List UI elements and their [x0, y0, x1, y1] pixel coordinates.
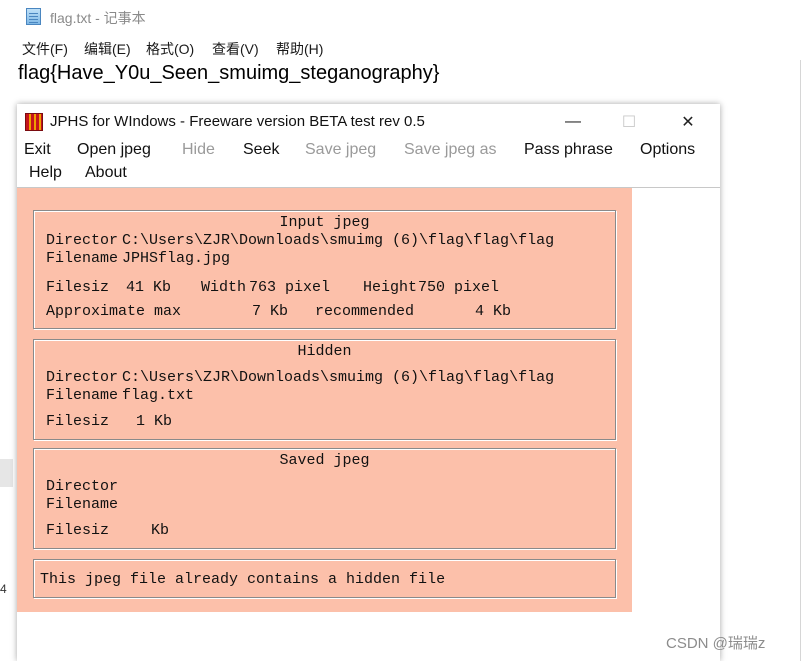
menu-hide[interactable]: Hide: [182, 141, 215, 159]
input-file-value: JPHSflag.jpg: [122, 250, 231, 267]
input-file-label: Filename: [46, 250, 119, 267]
watermark: CSDN @瑞瑞z: [666, 635, 766, 652]
minimize-button[interactable]: —: [553, 110, 593, 134]
close-button[interactable]: ✕: [668, 110, 708, 134]
input-dir-label: Director: [46, 232, 119, 249]
jphs-window: JPHS for WIndows - Freeware version BETA…: [17, 104, 720, 661]
saved-file-label: Filename: [46, 496, 119, 513]
input-width-label: Width: [201, 279, 247, 296]
menu-open-jpeg[interactable]: Open jpeg: [77, 141, 151, 159]
menu-exit[interactable]: Exit: [24, 141, 51, 159]
minimize-icon: —: [565, 113, 581, 130]
hidden-size-label: Filesiz: [46, 413, 110, 430]
input-width-value: 763 pixel: [249, 279, 331, 296]
hidden-dir-label: Director: [46, 369, 119, 386]
hidden-file-value: flag.txt: [122, 387, 195, 404]
menu-options[interactable]: Options: [640, 141, 695, 159]
close-icon: ✕: [681, 114, 695, 131]
notepad-border: [800, 60, 801, 661]
saved-group-title: Saved jpeg: [279, 452, 370, 469]
jphs-client-area: Input jpeg Director C:\Users\ZJR\Downloa…: [17, 188, 632, 612]
jphs-title: JPHS for WIndows - Freeware version BETA…: [50, 113, 425, 130]
notepad-scroll-fragment: [0, 459, 13, 487]
hidden-group-title: Hidden: [297, 343, 352, 360]
input-recommended-value: 4 Kb: [475, 303, 512, 320]
input-size-label: Filesiz: [46, 279, 110, 296]
menu-save-jpeg-as[interactable]: Save jpeg as: [404, 141, 497, 159]
input-approx-value: 7 Kb: [252, 303, 289, 320]
saved-dir-label: Director: [46, 478, 119, 495]
input-recommended-label: recommended: [315, 303, 415, 320]
notepad-menu-edit[interactable]: 编辑(E): [84, 39, 131, 59]
menu-pass-phrase[interactable]: Pass phrase: [524, 141, 613, 159]
notepad-menu-file[interactable]: 文件(F): [22, 39, 68, 59]
jphs-menubar: Exit Open jpeg Hide Seek Save jpeg Save …: [17, 140, 720, 186]
notepad-menu-format[interactable]: 格式(O): [146, 39, 194, 59]
notepad-menu-help[interactable]: 帮助(H): [276, 39, 323, 59]
input-group-title: Input jpeg: [279, 214, 370, 231]
menu-help[interactable]: Help: [29, 164, 62, 182]
input-jpeg-group: Input jpeg Director C:\Users\ZJR\Downloa…: [33, 210, 616, 329]
status-box: This jpeg file already contains a hidden…: [33, 559, 616, 598]
maximize-icon: ☐: [621, 114, 637, 131]
jphs-app-icon: [25, 113, 43, 131]
hidden-file-label: Filename: [46, 387, 119, 404]
jphs-titlebar[interactable]: JPHS for WIndows - Freeware version BETA…: [17, 104, 720, 140]
input-approx-label: Approximate max: [46, 303, 182, 320]
input-dir-value: C:\Users\ZJR\Downloads\smuimg (6)\flag\f…: [122, 232, 555, 249]
input-height-value: 750 pixel: [418, 279, 500, 296]
notepad-icon: [26, 8, 41, 25]
notepad-title: flag.txt - 记事本: [50, 10, 146, 26]
input-size-value: 41 Kb: [126, 279, 172, 296]
menu-about[interactable]: About: [85, 164, 127, 182]
saved-size-unit: Kb: [151, 522, 170, 539]
notepad-titlebar: flag.txt - 记事本: [0, 0, 802, 34]
maximize-button[interactable]: ☐: [609, 110, 649, 134]
notepad-menu-view[interactable]: 查看(V): [212, 39, 259, 59]
notepad-text-content[interactable]: flag{Have_Y0u_Seen_smuimg_steganography}: [18, 62, 439, 85]
hidden-dir-value: C:\Users\ZJR\Downloads\smuimg (6)\flag\f…: [122, 369, 555, 386]
hidden-group: Hidden Director C:\Users\ZJR\Downloads\s…: [33, 339, 616, 440]
saved-jpeg-group: Saved jpeg Director Filename Filesiz Kb: [33, 448, 616, 549]
status-text: This jpeg file already contains a hidden…: [40, 571, 446, 588]
hidden-size-value: 1 Kb: [136, 413, 173, 430]
input-height-label: Height: [363, 279, 418, 296]
notepad-menubar: 文件(F) 编辑(E) 格式(O) 查看(V) 帮助(H): [0, 37, 802, 59]
menu-save-jpeg[interactable]: Save jpeg: [305, 141, 376, 159]
notepad-edge-char: 4: [0, 582, 7, 596]
menu-seek[interactable]: Seek: [243, 141, 279, 159]
saved-size-label: Filesiz: [46, 522, 110, 539]
